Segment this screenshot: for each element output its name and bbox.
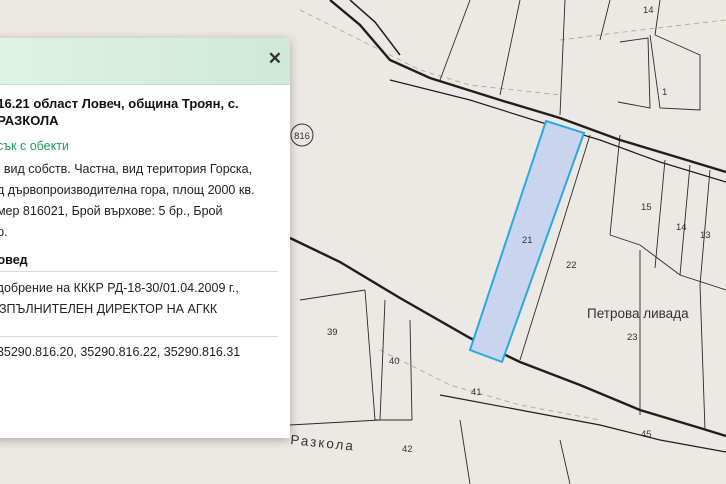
parcel-info-popup: ✕ 816.21 област Ловеч, община Троян, с. … (0, 38, 290, 438)
parcel-title: 816.21 област Ловеч, община Троян, с. . … (0, 96, 239, 128)
sector-badge-label: 816 (294, 131, 310, 142)
parcel-details: а, вид собств. Частна, вид територия Гор… (0, 162, 255, 239)
parcel-label-14: 14 (643, 5, 654, 16)
parcel-label-21: 21 (522, 235, 533, 246)
parcel-label-41: 41 (471, 387, 482, 398)
parcel-label-23: 23 (627, 332, 638, 343)
popup-body: 816.21 област Ловеч, община Троян, с. . … (0, 85, 290, 359)
neighbor-parcels: , 35290.816.20, 35290.816.22, 35290.816.… (0, 336, 278, 359)
parcel-label-14-mid: 14 (676, 222, 687, 233)
place-name-petrova-livada: Петрова ливада (587, 306, 689, 321)
parcel-label-22: 22 (566, 260, 577, 271)
parcel-label-40: 40 (389, 356, 400, 367)
parcel-label-39: 39 (327, 327, 338, 338)
objects-list-link[interactable]: исък с обекти (0, 139, 278, 153)
popup-header: ✕ (0, 38, 290, 85)
close-icon[interactable]: ✕ (268, 50, 282, 68)
order-heading: повед (0, 253, 278, 272)
parcel-label-13: 13 (700, 230, 711, 241)
parcel-label-1: 1 (662, 87, 667, 98)
parcel-label-45: 45 (641, 429, 652, 440)
parcel-label-42: 42 (402, 444, 413, 455)
parcel-label-15: 15 (641, 202, 652, 213)
order-text: одобрение на КККР РД-18-30/01.04.2009 г.… (0, 281, 239, 316)
